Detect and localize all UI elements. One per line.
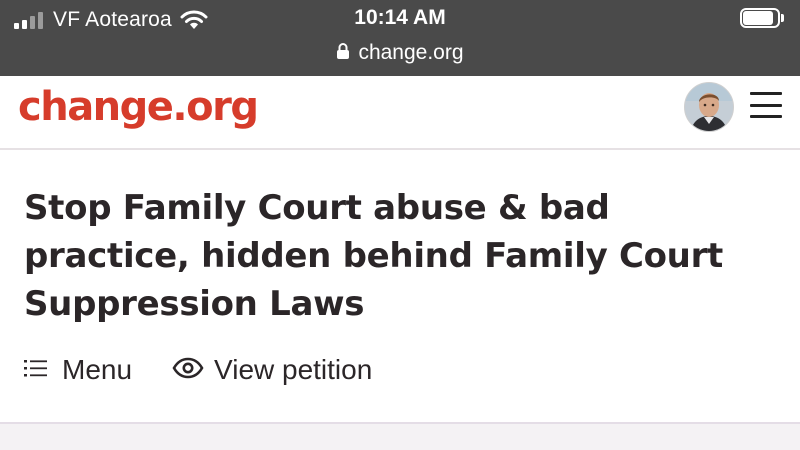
eye-icon	[172, 357, 204, 384]
address-bar[interactable]: change.org	[0, 38, 800, 68]
petition-title: Stop Family Court abuse & bad practice, …	[24, 188, 724, 324]
list-icon	[24, 358, 48, 383]
petition-card: Stop Family Court abuse & bad practice, …	[0, 150, 800, 424]
lock-icon	[336, 42, 350, 65]
site-header: change.org	[0, 76, 800, 150]
menu-button[interactable]: Menu	[24, 354, 132, 386]
view-petition-label[interactable]: View petition	[214, 354, 372, 386]
view-petition-button[interactable]: View petition	[172, 354, 372, 386]
change-org-logo[interactable]: change.org	[18, 84, 259, 130]
status-time: 10:14 AM	[354, 6, 446, 29]
avatar[interactable]	[684, 82, 734, 132]
battery-icon	[740, 8, 786, 30]
page-background	[0, 424, 800, 450]
petition-actions: Menu View petition	[24, 354, 372, 386]
hamburger-menu-icon[interactable]	[750, 92, 782, 118]
url-text[interactable]: change.org	[358, 41, 463, 65]
browser-status-bar: VF Aotearoa 10:14 AM change.org	[0, 0, 800, 76]
menu-label[interactable]: Menu	[62, 354, 132, 386]
